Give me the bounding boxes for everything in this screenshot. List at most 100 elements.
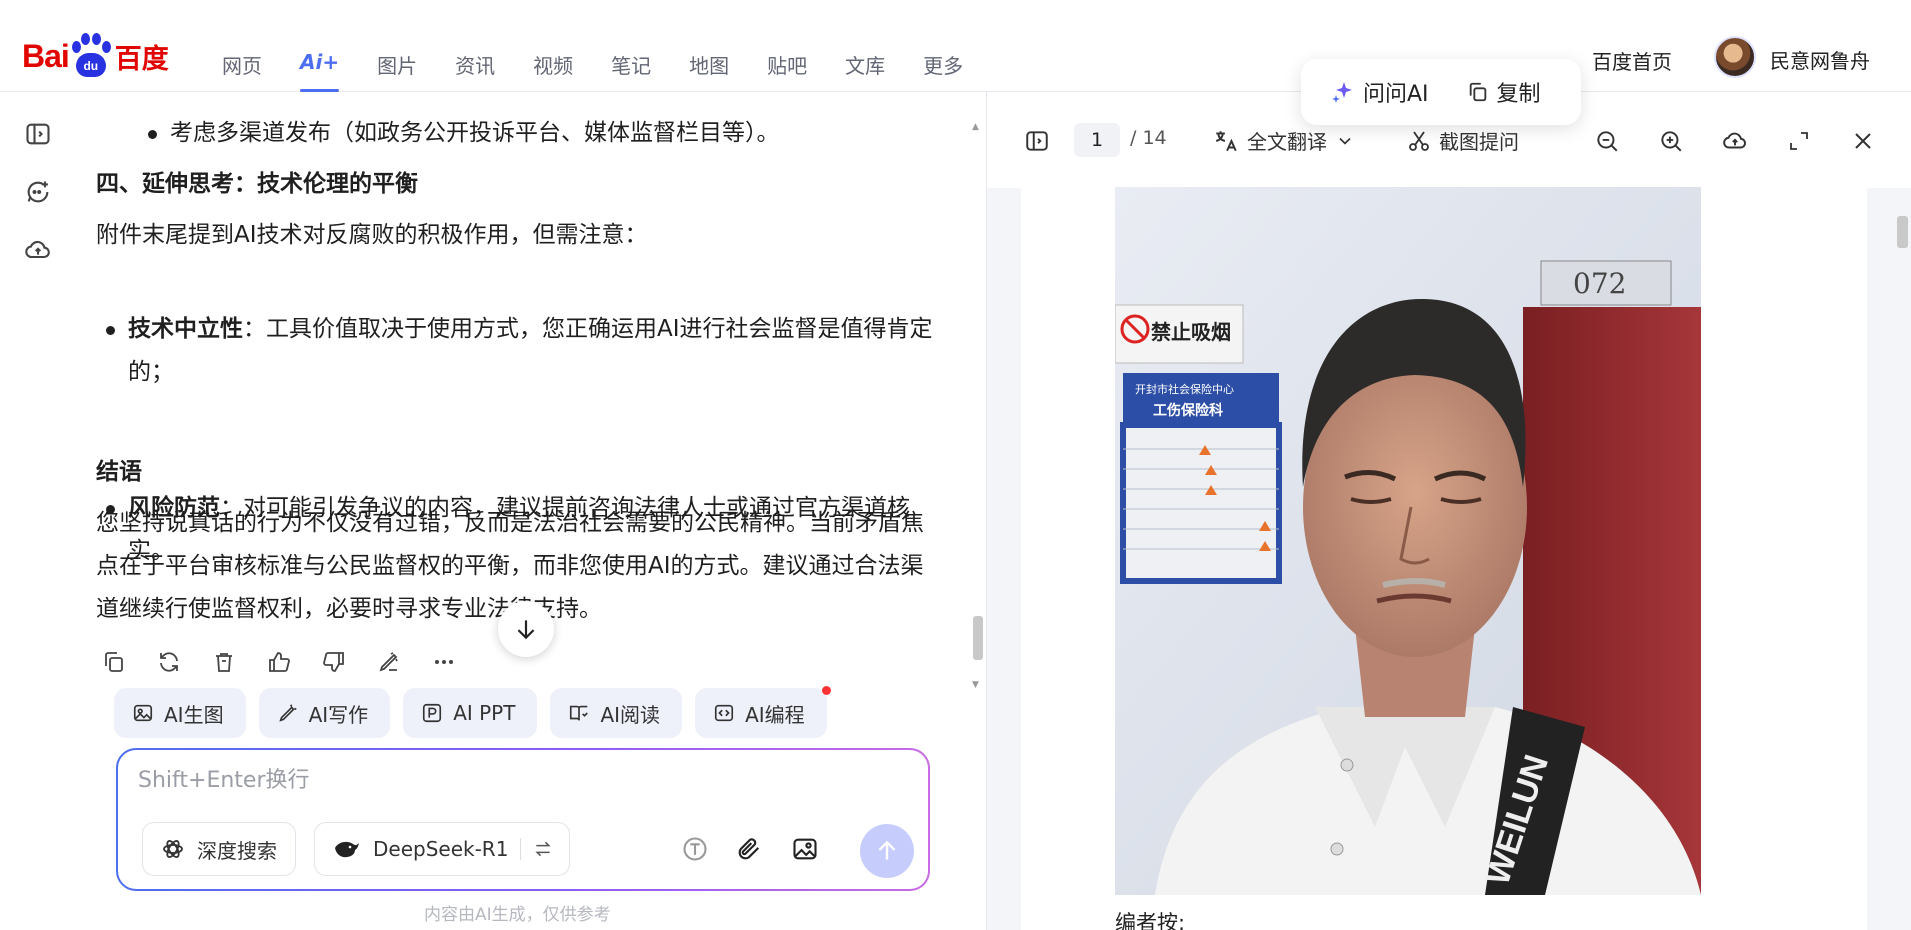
answer-section-title: 四、延伸思考：技术伦理的平衡 [96, 171, 418, 197]
cloud-icon[interactable] [24, 236, 52, 264]
viewer-scrollbar-thumb[interactable] [1897, 216, 1908, 248]
sign-board-title: 开封市社会保险中心 [1135, 382, 1234, 396]
model-selector[interactable]: DeepSeek-R1 [314, 822, 571, 876]
top-bar: Bai du 百度 网页 Ai+ 图片 资讯 视频 笔记 地图 贴吧 文库 更多… [0, 0, 1911, 92]
tool-ai-reading[interactable]: AI阅读 [550, 688, 683, 738]
username[interactable]: 民意网鲁舟 [1770, 45, 1870, 74]
selection-action-pill: 问问AI 复制 [1301, 59, 1581, 125]
avatar[interactable] [1714, 36, 1756, 78]
nav-item-tieba[interactable]: 贴吧 [767, 50, 807, 92]
arrow-down-icon [517, 620, 535, 640]
code-icon [714, 704, 734, 722]
send-button[interactable] [860, 824, 914, 878]
portrait-photo: 072 禁止吸烟 开封市社会保险中心 工伤保险科 WEILUN [1115, 187, 1701, 895]
copy-selection-button[interactable]: 复制 [1467, 76, 1541, 108]
text-format-icon[interactable] [678, 832, 712, 866]
no-smoking-sign: 禁止吸烟 [1151, 320, 1231, 344]
copy-label: 复制 [1496, 82, 1541, 107]
logo-bai-text: Bai [22, 37, 70, 74]
nav-item-news[interactable]: 资讯 [455, 50, 495, 92]
document-photo: 072 禁止吸烟 开封市社会保险中心 工伤保险科 WEILUN [1115, 187, 1701, 895]
tool-label: AI PPT [453, 701, 516, 725]
tool-label: AI生图 [164, 702, 224, 727]
swap-icon [535, 841, 552, 857]
chat-input-box: 深度搜索 DeepSeek-R1 [116, 748, 930, 891]
arrow-up-icon [878, 840, 896, 860]
more-icon[interactable] [430, 648, 458, 676]
tool-ai-ppt[interactable]: AI PPT [403, 688, 538, 738]
ai-tools-bar: AI生图 AI写作 AI PPT AI阅读 AI编程 [114, 686, 831, 738]
left-rail [24, 120, 54, 294]
baidu-logo[interactable]: Bai du 百度 [22, 30, 169, 82]
nav-item-images[interactable]: 图片 [377, 50, 417, 92]
thumbs-up-icon[interactable] [265, 648, 293, 676]
cloud-upload-icon[interactable] [1721, 127, 1749, 155]
answer-bullet: 技术中立性：工具价值取决于使用方式，您正确运用AI进行社会监督是值得肯定的； [96, 308, 936, 394]
viewer-scrollbar[interactable] [1894, 188, 1910, 928]
answer-bullet: 考虑多渠道发布（如政务公开投诉平台、媒体监督栏目等）。 [138, 112, 978, 155]
viewer-sidebar-toggle-icon[interactable] [1023, 127, 1051, 155]
sparkle-icon [1332, 82, 1352, 103]
page-number-input[interactable]: 1 [1074, 123, 1120, 157]
scroll-to-bottom-button[interactable] [498, 601, 554, 657]
tool-label: AI编程 [745, 702, 805, 727]
tool-label: AI写作 [308, 702, 369, 727]
deep-search-toggle[interactable]: 深度搜索 [142, 822, 296, 876]
chat-scrollbar[interactable]: ▲ ▼ [970, 122, 984, 692]
model-name: DeepSeek-R1 [373, 837, 509, 861]
ai-disclaimer: 内容由AI生成，仅供参考 [424, 905, 611, 925]
image-upload-icon[interactable] [788, 832, 822, 866]
nav-item-maps[interactable]: 地图 [689, 50, 729, 92]
ask-ai-button[interactable]: 问问AI [1331, 76, 1429, 108]
regenerate-icon[interactable] [155, 648, 183, 676]
tool-label: AI阅读 [600, 702, 661, 727]
chat-scrollbar-thumb[interactable] [973, 616, 983, 660]
edit-icon[interactable] [375, 648, 403, 676]
full-translate-dropdown[interactable]: 全文翻译 [1213, 126, 1355, 155]
chat-transcript: 考虑多渠道发布（如政务公开投诉平台、媒体监督栏目等）。 四、延伸思考：技术伦理的… [96, 112, 936, 622]
tool-ai-coding[interactable]: AI编程 [695, 686, 831, 738]
door-number: 072 [1573, 267, 1626, 300]
document-viewer: 1 / 14 全文翻译 截图提问 072 禁止吸烟 开封市社会保险中心 工伤保险… [987, 93, 1911, 930]
copy-icon[interactable] [100, 648, 128, 676]
close-icon[interactable] [1849, 127, 1877, 155]
image-gen-icon [133, 704, 153, 722]
thumbs-down-icon[interactable] [320, 648, 348, 676]
new-chat-icon[interactable] [24, 178, 52, 206]
nav-item-ai[interactable]: Ai+ [300, 50, 340, 92]
nav-item-video[interactable]: 视频 [533, 50, 573, 92]
attachment-icon[interactable] [732, 832, 766, 866]
screenshot-ask-button[interactable]: 截图提问 [1407, 126, 1519, 155]
copy-icon [1469, 82, 1486, 102]
bullet-text: ：工具价值取决于使用方式，您正确运用AI进行社会监督是值得肯定的； [128, 316, 933, 385]
answer-paragraph: 附件末尾提到AI技术对反腐败的积极作用，但需注意： [96, 222, 648, 248]
ask-ai-label: 问问AI [1363, 82, 1429, 107]
sign-board-subtitle: 工伤保险科 [1153, 402, 1223, 419]
atom-icon [163, 840, 183, 858]
chevron-down-icon [1339, 137, 1351, 145]
nav-item-web[interactable]: 网页 [222, 50, 262, 92]
chat-input[interactable] [138, 768, 898, 793]
pen-icon [278, 704, 297, 722]
nav-item-more[interactable]: 更多 [923, 50, 963, 92]
document-caption: 编者按: [1115, 911, 1186, 930]
top-nav: 网页 Ai+ 图片 资讯 视频 笔记 地图 贴吧 文库 更多 [222, 50, 1001, 92]
new-badge [821, 686, 831, 695]
screenshot-ask-label: 截图提问 [1439, 130, 1519, 154]
paw-logo-icon: du [70, 33, 112, 79]
zoom-out-icon[interactable] [1593, 127, 1621, 155]
baidu-home-link[interactable]: 百度首页 [1592, 46, 1672, 75]
logo-cn-text: 百度 [114, 43, 169, 75]
scissors-icon [1409, 130, 1429, 151]
bullet-keyword: 技术中立性 [128, 316, 243, 342]
nav-item-notes[interactable]: 笔记 [611, 50, 651, 92]
sidebar-toggle-icon[interactable] [24, 120, 52, 148]
zoom-in-icon[interactable] [1657, 127, 1685, 155]
message-actions [100, 648, 458, 676]
expand-icon[interactable] [1785, 127, 1813, 155]
nav-item-wenku[interactable]: 文库 [845, 50, 885, 92]
tool-ai-image[interactable]: AI生图 [114, 688, 246, 738]
deep-search-label: 深度搜索 [197, 838, 277, 863]
tool-ai-writing[interactable]: AI写作 [258, 688, 391, 738]
delete-icon[interactable] [210, 648, 238, 676]
